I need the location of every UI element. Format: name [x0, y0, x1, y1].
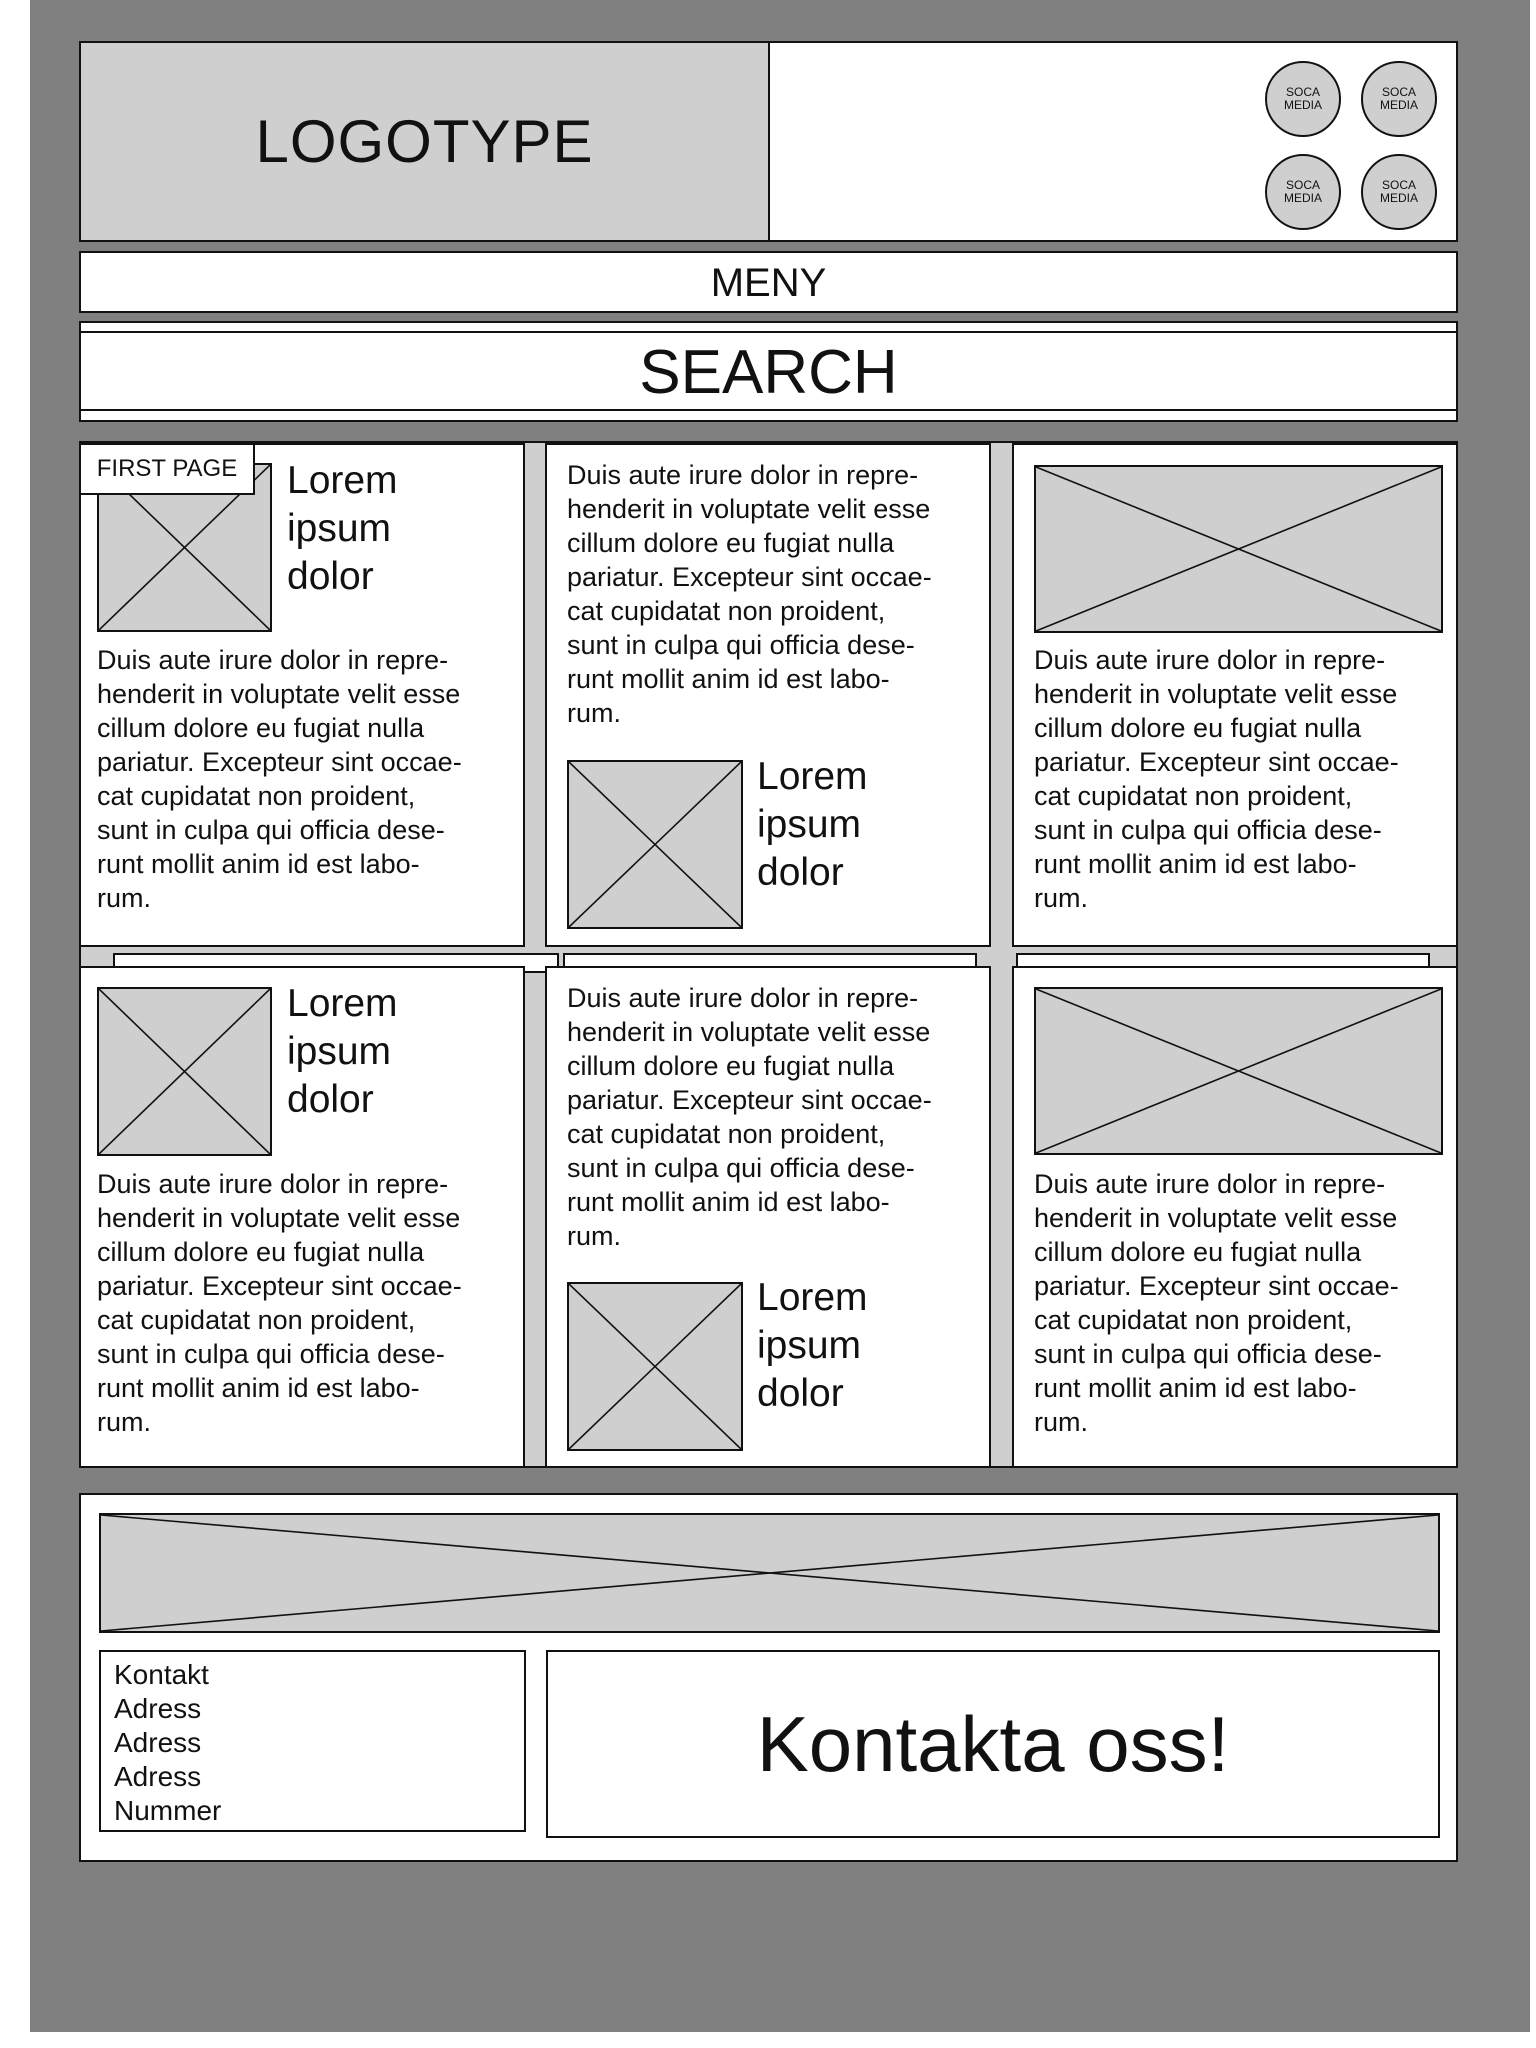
- contact-line: Nummer: [114, 1795, 222, 1826]
- social-media-label: SOCA MEDIA: [1283, 178, 1322, 205]
- card-text: Duis aute irure dolor in repre- henderit…: [567, 983, 932, 1251]
- contact-line: Adress: [114, 1727, 202, 1758]
- card-text: Duis aute irure dolor in repre- henderit…: [1034, 1169, 1399, 1437]
- card-text: Duis aute irure dolor in repre- henderit…: [97, 645, 462, 913]
- contact-us-button[interactable]: Kontakta oss!: [546, 1650, 1440, 1838]
- card-title: Lorem ipsum dolor: [757, 1276, 868, 1415]
- image-placeholder: [567, 1282, 743, 1451]
- image-placeholder: [97, 987, 272, 1156]
- card-title: Lorem ipsum dolor: [287, 982, 398, 1121]
- contact-us-label: Kontakta oss!: [756, 1699, 1230, 1788]
- social-media-icon[interactable]: SOCA MEDIA: [1361, 154, 1437, 230]
- image-placeholder: [567, 760, 743, 929]
- search-bar-frame: SEARCH: [79, 321, 1458, 422]
- footer-banner-placeholder: [99, 1513, 1440, 1633]
- card-title: Lorem ipsum dolor: [287, 459, 398, 598]
- content-card[interactable]: Lorem ipsum dolor Duis aute irure dolor …: [79, 443, 525, 947]
- search-label: SEARCH: [639, 338, 898, 407]
- social-media-label: SOCA MEDIA: [1379, 85, 1418, 112]
- social-media-icon[interactable]: SOCA MEDIA: [1361, 61, 1437, 137]
- contact-line: Kontakt: [114, 1659, 209, 1690]
- menu-label: MENY: [710, 261, 827, 305]
- content-card[interactable]: Duis aute irure dolor in repre- henderit…: [1012, 443, 1458, 947]
- contact-lines: Kontakt Adress Adress Adress Nummer: [114, 1658, 221, 1828]
- social-media-label: SOCA MEDIA: [1283, 85, 1322, 112]
- content-card[interactable]: Duis aute irure dolor in repre- henderit…: [545, 443, 991, 947]
- site-header: LOGOTYPE SOCA MEDIA SOCA MEDIA SOCA MEDI…: [79, 41, 1458, 242]
- contact-line: Adress: [114, 1761, 202, 1792]
- contact-line: Adress: [114, 1693, 202, 1724]
- card-text: Duis aute irure dolor in repre- henderit…: [1034, 645, 1399, 913]
- social-media-icon[interactable]: SOCA MEDIA: [1265, 61, 1341, 137]
- social-media-icon[interactable]: SOCA MEDIA: [1265, 154, 1341, 230]
- contact-info: Kontakt Adress Adress Adress Nummer: [99, 1650, 526, 1832]
- logotype-text: LOGOTYPE: [255, 108, 594, 175]
- site-footer: Kontakt Adress Adress Adress Nummer Kont…: [79, 1493, 1458, 1862]
- logotype[interactable]: LOGOTYPE: [81, 43, 770, 240]
- search-bar[interactable]: SEARCH: [81, 331, 1456, 411]
- card-text: Duis aute irure dolor in repre- henderit…: [567, 460, 932, 728]
- content-card[interactable]: Lorem ipsum dolor Duis aute irure dolor …: [79, 966, 525, 1468]
- content-card[interactable]: Duis aute irure dolor in repre- henderit…: [1012, 966, 1458, 1468]
- content-card[interactable]: Duis aute irure dolor in repre- henderit…: [545, 966, 991, 1468]
- image-placeholder: [1034, 465, 1443, 633]
- card-title: Lorem ipsum dolor: [757, 755, 868, 894]
- main-menu[interactable]: MENY: [79, 251, 1458, 313]
- image-placeholder: [1034, 987, 1443, 1155]
- card-text: Duis aute irure dolor in repre- henderit…: [97, 1169, 462, 1437]
- social-media-label: SOCA MEDIA: [1379, 178, 1418, 205]
- first-page-tag[interactable]: FIRST PAGE: [79, 443, 255, 495]
